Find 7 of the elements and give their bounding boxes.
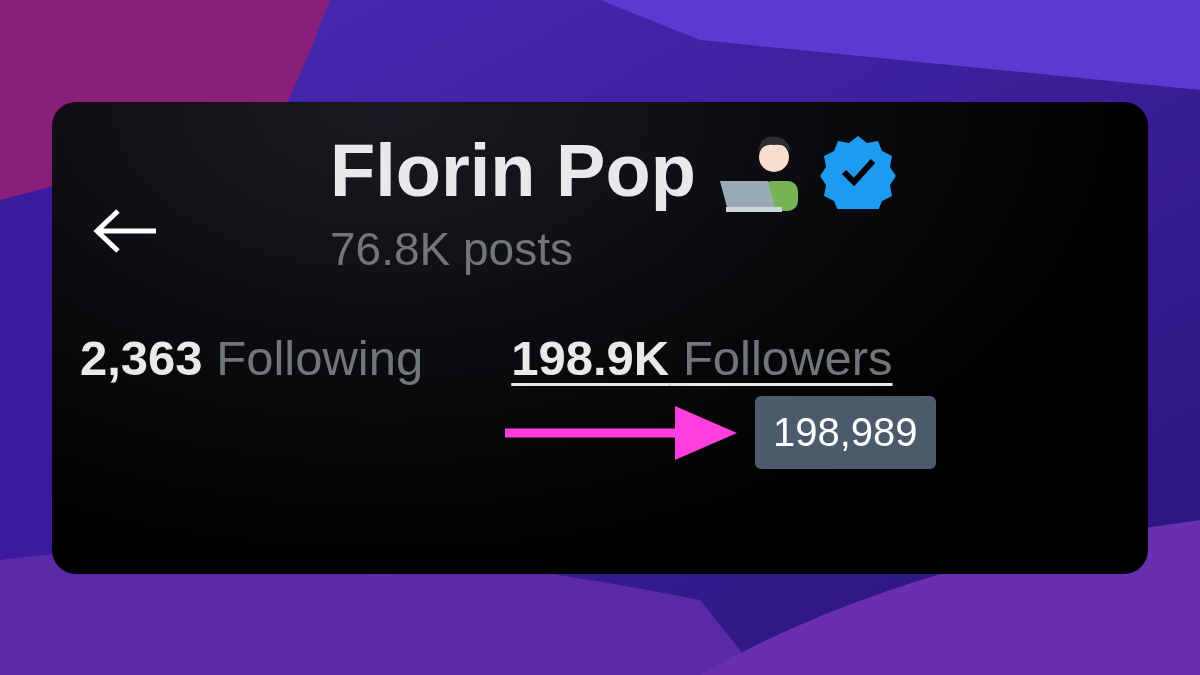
follower-count-tooltip: 198,989 <box>755 396 936 469</box>
post-count: 76.8K posts <box>330 222 574 276</box>
profile-name: Florin Pop <box>330 128 696 214</box>
following-link[interactable]: 2,363 Following <box>80 328 424 388</box>
followers-link[interactable]: 198.9K Followers <box>511 328 893 388</box>
back-button[interactable] <box>92 208 158 254</box>
back-arrow-icon <box>92 208 158 254</box>
